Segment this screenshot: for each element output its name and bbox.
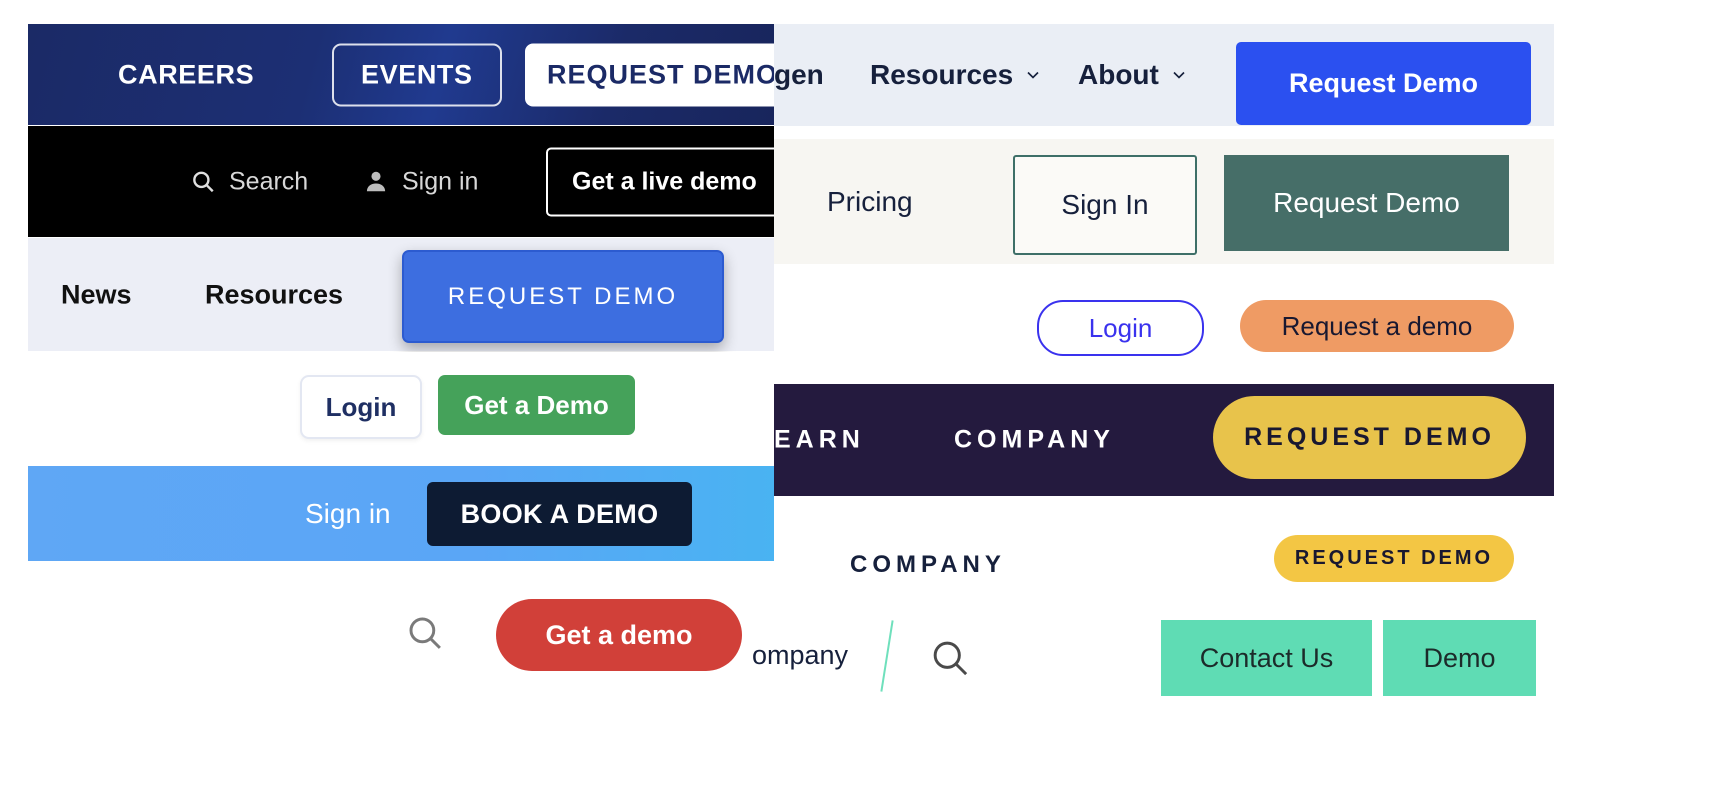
nav-link-pricing[interactable]: Pricing [827, 186, 913, 218]
nav-link-company[interactable]: COMPANY [954, 426, 1115, 455]
contact-us-button-teal[interactable]: Contact Us [1161, 620, 1372, 696]
nav-link-news[interactable]: News [61, 279, 132, 310]
book-a-demo-button[interactable]: BOOK A DEMO [427, 482, 692, 546]
vertical-divider [880, 620, 894, 692]
nav-link-resources-dropdown[interactable]: Resources [870, 59, 1043, 91]
nav-link-about-dropdown[interactable]: About [1078, 59, 1189, 91]
signin-label: Sign in [402, 167, 479, 195]
get-a-demo-button-green[interactable]: Get a Demo [438, 375, 635, 435]
request-a-demo-button-orange[interactable]: Request a demo [1240, 300, 1514, 352]
nav-link-company-small[interactable]: COMPANY [850, 551, 1006, 579]
black-navbar-panel: Search Sign in Get a live demo [28, 126, 774, 237]
demo-button-teal[interactable]: Demo [1383, 620, 1536, 696]
nav-link-learn[interactable]: EARN [774, 426, 865, 455]
user-icon [363, 169, 389, 195]
nav-link-careers[interactable]: CAREERS [118, 59, 254, 90]
signin-control[interactable]: Sign in [363, 167, 478, 196]
search-control[interactable]: Search [190, 167, 308, 196]
company-text-fragment: ompany [752, 640, 849, 670]
request-demo-button-blue[interactable]: REQUEST DEMO [402, 250, 724, 343]
request-demo-button-yellow-large[interactable]: REQUEST DEMO [1213, 396, 1526, 479]
get-a-demo-button-red[interactable]: Get a demo [496, 599, 742, 671]
get-a-live-demo-button[interactable]: Get a live demo [546, 147, 774, 216]
chevron-down-icon [1023, 65, 1043, 85]
signin-link[interactable]: Sign in [305, 498, 391, 530]
search-icon-outline[interactable] [928, 636, 972, 680]
collage-canvas: CAREERS EVENTS REQUEST DEMO Search Sign … [0, 0, 1720, 792]
search-icon [190, 169, 216, 195]
navy-navbar-panel: CAREERS EVENTS REQUEST DEMO [28, 24, 774, 125]
login-button-outline[interactable]: Login [300, 375, 422, 439]
nav-link-resources[interactable]: Resources [205, 279, 343, 310]
search-icon-outline[interactable] [404, 612, 446, 654]
request-demo-button-teal[interactable]: Request Demo [1224, 155, 1509, 251]
request-demo-button-white[interactable]: REQUEST DEMO [525, 43, 774, 106]
sign-in-button-outline[interactable]: Sign In [1013, 155, 1197, 255]
request-demo-button-yellow-small[interactable]: REQUEST DEMO [1274, 535, 1514, 582]
nav-link-about-label: About [1078, 59, 1159, 90]
login-button-blue-outline[interactable]: Login [1037, 300, 1204, 356]
request-demo-button-royalblue[interactable]: Request Demo [1236, 42, 1531, 125]
search-label: Search [229, 167, 309, 195]
nav-button-events[interactable]: EVENTS [332, 43, 502, 106]
nav-link-gen[interactable]: gen [774, 59, 824, 91]
nav-button-events-label: EVENTS [361, 59, 473, 89]
chevron-down-icon [1169, 65, 1189, 85]
nav-link-resources-label: Resources [870, 59, 1014, 90]
